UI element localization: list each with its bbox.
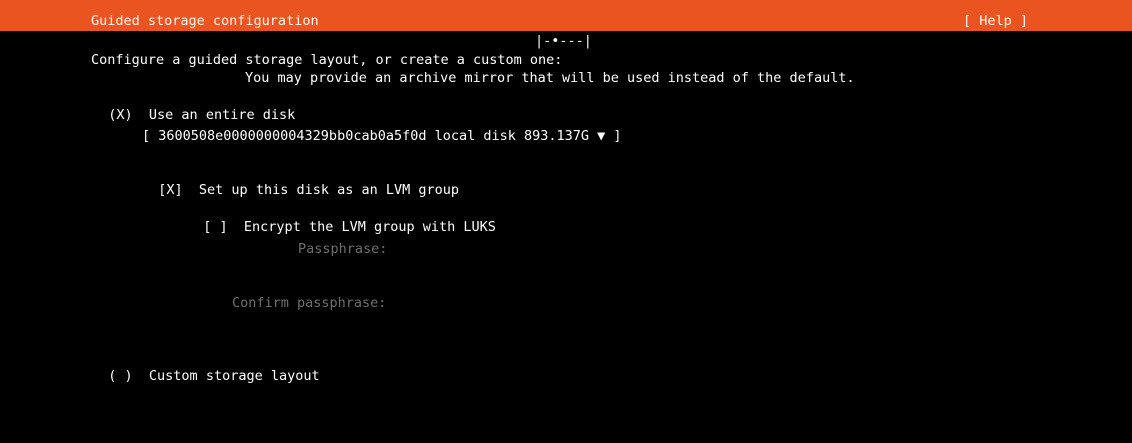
disk-select-dropdown[interactable]: [ 3600508e0000000004329bb0cab0a5f0d loca…: [142, 128, 622, 144]
mirror-note: You may provide an archive mirror that w…: [245, 70, 855, 86]
entire-disk-label: Use an entire disk: [148, 107, 296, 123]
lvm-label: Set up this disk as an LVM group: [198, 182, 460, 198]
passphrase-input[interactable]: [416, 241, 716, 259]
passphrase-label: Passphrase:: [298, 241, 388, 257]
luks-label: Encrypt the LVM group with LUKS: [243, 219, 496, 235]
header-bar: Guided storage configuration [ Help ]: [0, 0, 1132, 31]
lvm-checkbox[interactable]: [X]: [158, 182, 182, 198]
custom-layout-label: Custom storage layout: [148, 368, 320, 384]
luks-option[interactable]: [ ] Encrypt the LVM group with LUKS: [187, 203, 496, 235]
entire-disk-radio[interactable]: (X): [108, 107, 132, 123]
lvm-option[interactable]: [X] Set up this disk as an LVM group: [142, 166, 459, 198]
help-button[interactable]: [ Help ]: [963, 13, 1028, 29]
intro-text: Configure a guided storage layout, or cr…: [91, 52, 563, 68]
progress-indicator: |-•---|: [535, 33, 592, 49]
page-title: Guided storage configuration: [91, 13, 319, 29]
confirm-passphrase-label: Confirm passphrase:: [232, 295, 387, 311]
confirm-passphrase-input[interactable]: [416, 295, 716, 313]
entire-disk-option[interactable]: (X) Use an entire disk: [92, 91, 295, 123]
luks-checkbox[interactable]: [ ]: [203, 219, 227, 235]
custom-layout-option[interactable]: ( ) Custom storage layout: [92, 352, 320, 384]
custom-layout-radio[interactable]: ( ): [108, 368, 132, 384]
